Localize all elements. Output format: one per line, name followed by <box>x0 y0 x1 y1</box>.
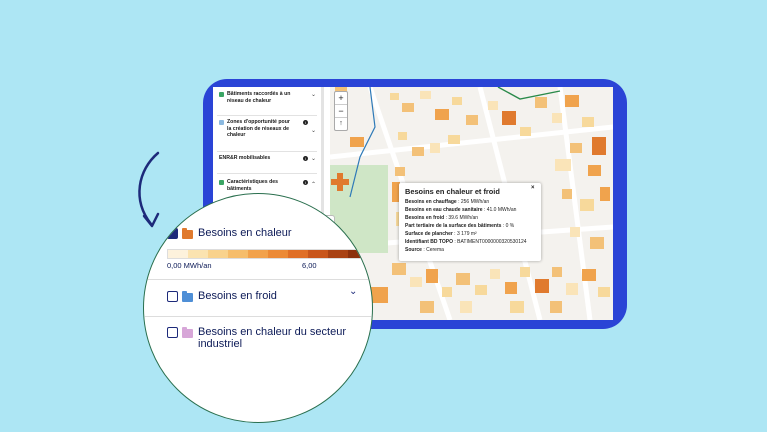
heat-scale-bar <box>167 249 369 259</box>
layer-label: ENR&R mobilisables <box>219 155 271 161</box>
scale-swatch <box>348 250 368 258</box>
scale-swatch <box>228 250 248 258</box>
zoom-out-button[interactable]: − <box>335 105 347 118</box>
popup-row: Surface de plancher : 3 179 m² <box>405 231 477 237</box>
popup-row: Identifiant BD TOPO : BATIMENT0000000320… <box>405 239 527 245</box>
layer-label: Zones d'opportunité pour la création de … <box>227 119 290 138</box>
folder-icon <box>182 228 193 239</box>
chevron-down-icon[interactable]: ⌄ <box>311 155 316 162</box>
scale-min-label: 0,00 MWh/an <box>167 261 212 270</box>
popup-row: Besoins en chauffage : 256 MWh/an <box>405 199 490 205</box>
layer-section-enrr[interactable]: ENR&R mobilisables i ⌄ <box>217 155 317 174</box>
folder-icon <box>182 291 193 302</box>
reset-north-button[interactable]: ↑ <box>335 118 347 130</box>
chevron-up-icon[interactable]: ⌃ <box>349 228 357 239</box>
chevron-down-icon[interactable]: ⌄ <box>349 286 357 297</box>
divider <box>144 279 372 280</box>
scale-swatch <box>208 250 228 258</box>
scale-max-label: 6,00 <box>302 261 317 270</box>
zoom-controls: + − ↑ <box>334 91 348 131</box>
layer-label: Bâtiments raccordés à un réseau de chale… <box>227 91 291 104</box>
scale-swatch <box>268 250 288 258</box>
heat-needs-label: Besoins en chaleur <box>198 227 292 239</box>
info-icon[interactable]: i <box>303 120 308 125</box>
layer-swatch <box>219 180 224 185</box>
chevron-down-icon[interactable]: ⌄ <box>311 91 316 98</box>
scale-swatch <box>288 250 308 258</box>
chevron-down-icon[interactable]: ⌄ <box>311 127 316 134</box>
layer-section-connected-buildings[interactable]: Bâtiments raccordés à un réseau de chale… <box>217 91 317 116</box>
close-icon[interactable]: × <box>531 185 535 191</box>
scale-swatch <box>188 250 208 258</box>
scale-swatch <box>308 250 328 258</box>
heat-needs-checkbox[interactable] <box>167 226 178 239</box>
scale-swatch <box>248 250 268 258</box>
popup-row: Part tertiaire de la surface des bâtimen… <box>405 223 515 229</box>
info-icon[interactable]: i <box>303 156 308 161</box>
zoom-in-button[interactable]: + <box>335 92 347 105</box>
layer-swatch <box>219 92 224 97</box>
cold-needs-checkbox[interactable] <box>167 291 178 302</box>
scale-swatch <box>328 250 348 258</box>
popup-row: Source : Cerema <box>405 247 444 253</box>
folder-icon <box>182 327 193 338</box>
layer-label: Caractéristiques des bâtiments <box>227 179 279 192</box>
divider <box>144 316 372 317</box>
scale-swatch <box>168 250 188 258</box>
popup-row: Besoins en eau chaude sanitaire : 41.0 M… <box>405 207 517 213</box>
folder-icon <box>219 120 224 125</box>
industrial-heat-needs-label: Besoins en chaleur du secteur industriel <box>198 326 346 350</box>
popup-title: Besoins en chaleur et froid <box>405 187 500 196</box>
industrial-heat-needs-checkbox[interactable] <box>167 327 178 338</box>
cold-needs-label: Besoins en froid <box>198 290 277 302</box>
popup-row: Besoins en froid : 39.6 MWh/an <box>405 215 479 221</box>
chevron-up-icon[interactable]: ⌃ <box>311 181 316 188</box>
layer-section-opportunity-zones[interactable]: Zones d'opportunité pour la création de … <box>217 119 317 152</box>
magnifier-zoom: Besoins en chaleur ⌃ 0,00 MWh/an 6,00 Be… <box>143 193 373 423</box>
info-icon[interactable]: i <box>303 180 308 185</box>
building-info-popup: Besoins en chaleur et froid × Besoins en… <box>399 183 541 261</box>
